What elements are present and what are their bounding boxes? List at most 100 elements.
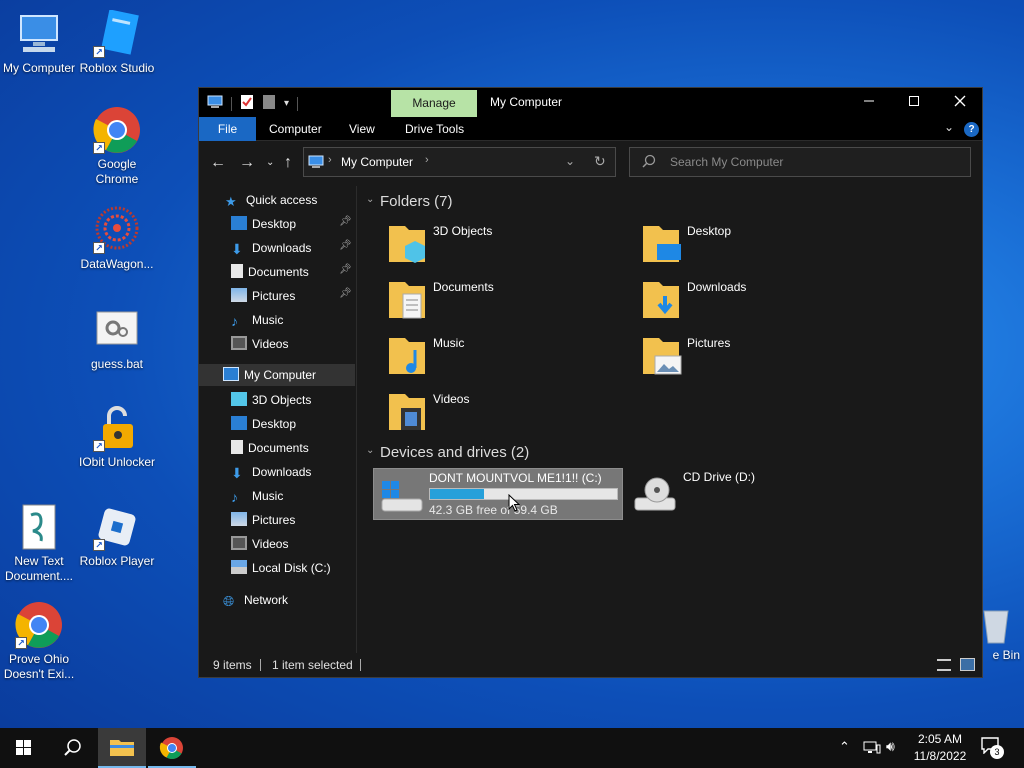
desktop-icon-prove-ohio[interactable]: ↗ Prove Ohio Doesn't Exi... [0, 601, 78, 682]
nav-documents[interactable]: Documents [231, 437, 309, 459]
drive-d-name: CD Drive (D:) [683, 470, 755, 484]
nav-quick-desktop[interactable]: Desktop [231, 213, 296, 235]
start-button[interactable] [0, 728, 48, 768]
item-count: 9 items [213, 658, 252, 672]
desktop-icon-datawagon[interactable]: ↗ DataWagon... [78, 206, 156, 272]
ribbon-expand-icon[interactable]: ⌄ [944, 120, 954, 134]
nav-videos[interactable]: Videos [231, 533, 288, 555]
unlocker-icon: ↗ [93, 404, 141, 452]
taskbar-file-explorer[interactable] [98, 728, 146, 768]
desktop-icon-roblox-player[interactable]: ↗ Roblox Player [78, 503, 156, 569]
cd-drive-icon [631, 472, 677, 519]
tab-computer[interactable]: Computer [255, 117, 336, 141]
customize-dropdown-icon[interactable]: ▾ [284, 98, 289, 109]
recent-locations-chevron-icon[interactable]: ⌄ [266, 157, 274, 168]
shortcut-arrow-icon: ↗ [93, 142, 105, 154]
action-center-button[interactable]: 3 [980, 736, 1008, 760]
nav-downloads[interactable]: ⬇ Downloads [231, 461, 311, 483]
nav-desktop[interactable]: Desktop [231, 413, 296, 435]
drive-d-tile[interactable]: CD Drive (D:) [627, 468, 877, 520]
search-button[interactable] [48, 728, 96, 768]
nav-local-disk[interactable]: Local Disk (C:) [231, 557, 331, 579]
minimize-button[interactable] [846, 88, 892, 117]
forward-arrow-icon[interactable]: → [239, 154, 255, 172]
tab-file[interactable]: File [199, 117, 256, 141]
nav-3d-objects[interactable]: 3D Objects [231, 389, 311, 411]
nav-quick-documents[interactable]: Documents [231, 261, 309, 283]
nav-my-computer[interactable]: My Computer [199, 364, 355, 386]
desktop-icon-roblox-studio[interactable]: ↗ Roblox Studio [78, 9, 156, 76]
maximize-button[interactable] [891, 88, 937, 117]
explorer-window[interactable]: ▾ Manage My Computer File Computer View … [198, 87, 983, 678]
folder-pictures[interactable]: Pictures [631, 332, 871, 384]
help-icon[interactable]: ? [964, 122, 979, 137]
nav-pictures[interactable]: Pictures [231, 509, 295, 531]
desktop-icon-iobit-unlocker[interactable]: ↗ IObit Unlocker [78, 404, 156, 470]
collapse-folders-chevron-icon[interactable]: ⌄ [366, 194, 374, 205]
breadcrumb-separator-icon[interactable]: › [425, 154, 429, 166]
folders-group-header[interactable]: Folders (7) [380, 193, 453, 210]
desktop-icon-label: Google Chrome [95, 157, 139, 186]
clock-time: 2:05 AM [917, 732, 963, 746]
address-bar[interactable]: › My Computer › ⌄ ↻ [303, 147, 616, 177]
nav-quick-music[interactable]: ♪ Music [231, 309, 283, 331]
folder-music[interactable]: Music [377, 332, 617, 384]
up-arrow-icon[interactable]: ↑ [284, 154, 292, 172]
network-icon: 🌐︎ [223, 593, 235, 609]
title-bar[interactable]: ▾ Manage My Computer [199, 88, 982, 117]
show-hidden-icons-chevron-icon[interactable]: ⌃ [839, 739, 850, 755]
file-explorer-icon [110, 740, 134, 756]
volume-icon[interactable]: 🔊︎ [886, 738, 895, 755]
tab-drive-tools[interactable]: Drive Tools [391, 117, 478, 141]
desktop-icon-new-text-document[interactable]: New Text Document.... [0, 503, 78, 584]
large-icons-view-icon[interactable] [960, 658, 975, 671]
nav-network[interactable]: 🌐︎ Network [223, 589, 288, 611]
pictures-folder-icon [639, 334, 683, 378]
video-icon [231, 336, 247, 350]
desktop-icon-label: guess.bat [90, 357, 144, 371]
music-folder-icon [385, 334, 429, 378]
star-icon: ★ [225, 194, 237, 209]
manage-tab[interactable]: Manage [391, 90, 477, 117]
quick-access-toolbar: ▾ [207, 94, 299, 113]
drives-group-header[interactable]: Devices and drives (2) [380, 444, 529, 461]
taskbar-chrome[interactable] [148, 728, 196, 768]
nav-quick-access[interactable]: ★ Quick access [225, 189, 317, 211]
refresh-icon[interactable]: ↻ [594, 153, 606, 170]
folder-3d-objects[interactable]: 3D Objects [377, 220, 617, 272]
desktop-icon-label: My Computer [2, 61, 76, 75]
breadcrumb-my-computer[interactable]: My Computer [341, 155, 413, 169]
desktop-icon-label: Roblox Studio [79, 61, 155, 75]
properties-icon[interactable] [240, 94, 254, 113]
separator [297, 96, 299, 111]
folder-videos[interactable]: Videos [377, 388, 617, 440]
desktop-icon-my-computer[interactable]: My Computer [0, 10, 78, 76]
desktop-icon-google-chrome[interactable]: ↗ Google Chrome [78, 106, 156, 187]
back-arrow-icon[interactable]: ← [210, 154, 226, 172]
nav-quick-downloads[interactable]: ⬇ Downloads [231, 237, 311, 259]
nav-quick-pictures[interactable]: Pictures [231, 285, 295, 307]
shortcut-arrow-icon: ↗ [93, 440, 105, 452]
collapse-drives-chevron-icon[interactable]: ⌄ [366, 445, 374, 456]
details-view-icon[interactable] [937, 659, 951, 671]
documents-folder-icon [385, 278, 429, 322]
network-status-icon[interactable] [863, 741, 881, 758]
tab-view[interactable]: View [335, 117, 389, 141]
breadcrumb-separator-icon[interactable]: › [328, 154, 332, 166]
folder-downloads[interactable]: Downloads [631, 276, 871, 328]
desktop-icon-guess-bat[interactable]: guess.bat [78, 306, 156, 372]
windows-drive-icon [378, 473, 424, 520]
new-folder-icon[interactable] [262, 94, 276, 113]
folder-documents[interactable]: Documents [377, 276, 617, 328]
status-separator [260, 659, 261, 671]
search-box[interactable]: Search My Computer [629, 147, 971, 177]
close-button[interactable] [937, 88, 983, 117]
address-dropdown-icon[interactable]: ⌄ [565, 154, 575, 168]
content-pane[interactable]: ⌄ Folders (7) 3D Objects Desktop Documen… [359, 186, 982, 654]
clock[interactable]: 2:05 AM 11/8/2022 [908, 731, 972, 765]
nav-quick-videos[interactable]: Videos [231, 333, 288, 355]
navigation-pane[interactable]: ★ Quick access Desktop 📌︎ ⬇ Downloads 📌︎ D… [199, 186, 357, 654]
nav-music[interactable]: ♪ Music [231, 485, 283, 507]
drive-c-tile[interactable]: DONT MOUNTVOL ME1!1!! (C:) 42.3 GB free … [373, 468, 623, 520]
folder-desktop[interactable]: Desktop [631, 220, 871, 272]
